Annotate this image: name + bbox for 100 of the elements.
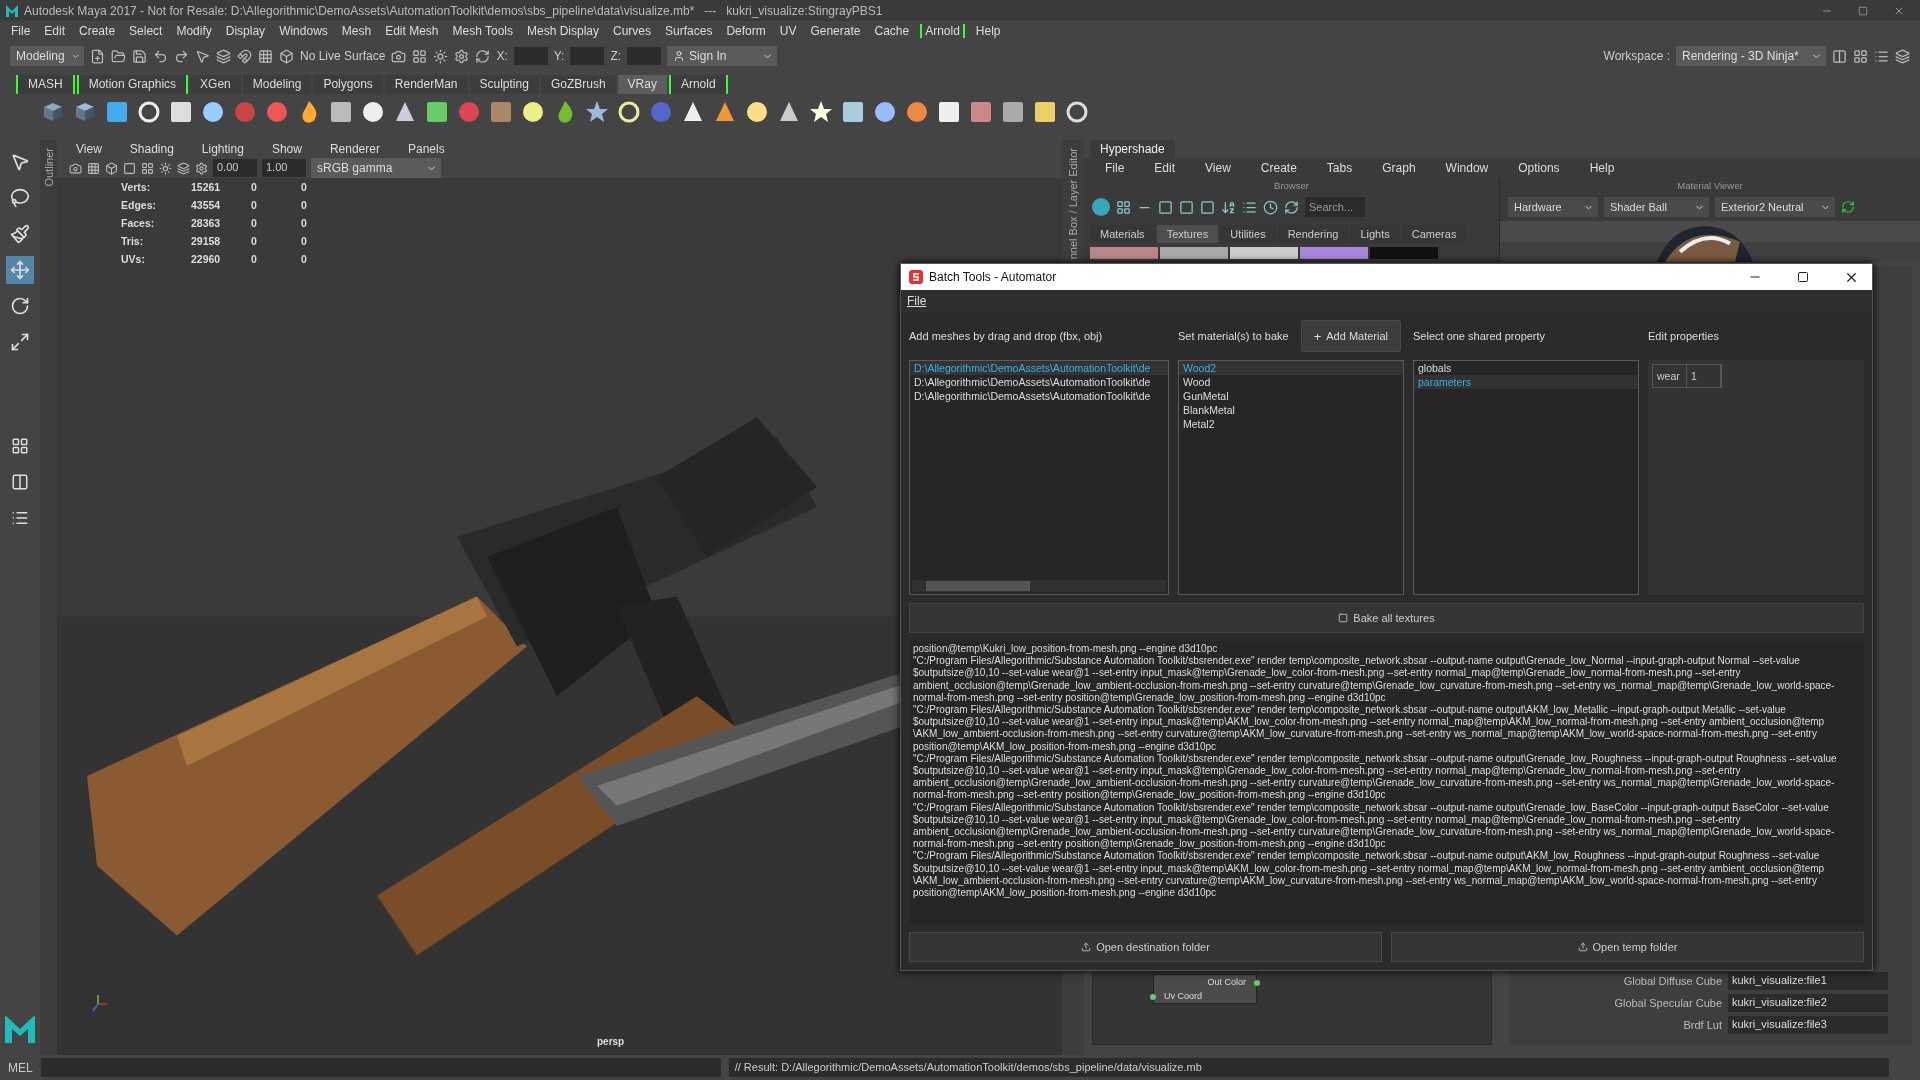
cube-icon[interactable]: [105, 161, 118, 175]
menu-item[interactable]: Generate: [803, 22, 868, 39]
tile-icon[interactable]: [843, 102, 863, 122]
on-toggle-icon[interactable]: [1092, 198, 1110, 216]
menu-item[interactable]: Surfaces: [658, 22, 720, 39]
texture-thumbnail[interactable]: [1230, 247, 1298, 259]
menu-item[interactable]: Renderer: [322, 141, 387, 157]
menu-item[interactable]: Mesh Display: [520, 22, 607, 39]
browser-tab[interactable]: Materials: [1090, 225, 1155, 243]
cube-icon[interactable]: [279, 48, 294, 64]
sort-time-icon[interactable]: [1263, 199, 1278, 215]
panels-icon[interactable]: [141, 161, 154, 175]
bake-button[interactable]: Bake all textures: [909, 603, 1864, 633]
shelf-tab[interactable]: Sculpting: [469, 75, 539, 94]
layout-icon[interactable]: [1832, 48, 1847, 64]
menu-item[interactable]: Edit: [37, 22, 73, 39]
shelf-tab[interactable]: RenderMan: [384, 75, 468, 94]
workspace-dropdown[interactable]: Rendering - 3D Ninja*: [1676, 46, 1826, 66]
hypershade-tab[interactable]: Hypershade: [1090, 140, 1175, 158]
exposure-field[interactable]: 0.00: [213, 159, 257, 177]
ring-icon[interactable]: [1066, 101, 1088, 123]
texture-thumbnail[interactable]: [1370, 247, 1438, 259]
shelf-tab[interactable]: Polygons: [313, 75, 383, 94]
menu-item[interactable]: Edit Mesh: [378, 22, 446, 39]
list-item[interactable]: Wood2: [1179, 361, 1403, 375]
menu-item[interactable]: Modify: [169, 22, 219, 39]
refresh-icon[interactable]: [1841, 200, 1855, 214]
list-item[interactable]: D:\Allegorithmic\DemoAssets\AutomationToolkit\de: [910, 361, 1168, 375]
save-icon[interactable]: [132, 48, 147, 64]
ring-icon[interactable]: [138, 101, 160, 123]
shelf-tab[interactable]: XGen: [190, 75, 241, 94]
menu-item[interactable]: Help: [1582, 160, 1622, 176]
flame-icon[interactable]: [558, 101, 573, 123]
browser-tab[interactable]: Lights: [1350, 225, 1400, 243]
select-tool-icon[interactable]: [10, 152, 30, 172]
mode-dropdown[interactable]: Modeling: [10, 46, 84, 66]
sphere-icon[interactable]: [747, 102, 767, 122]
sign-in-dropdown[interactable]: Sign In: [667, 46, 778, 66]
sphere-icon[interactable]: [363, 102, 383, 122]
paint-tool-icon[interactable]: [10, 224, 30, 244]
panels-icon[interactable]: [1853, 48, 1868, 64]
property-field[interactable]: kukri_visualize:file3: [1728, 1016, 1888, 1034]
menu-item[interactable]: Deform: [719, 22, 773, 39]
scale-tool-icon[interactable]: [10, 332, 30, 352]
menu-item[interactable]: View: [69, 141, 109, 157]
rotate-tool-icon[interactable]: [10, 296, 30, 316]
menu-item[interactable]: Create: [1253, 160, 1304, 176]
large-swatch-icon[interactable]: [1200, 199, 1215, 215]
browser-tab[interactable]: Cameras: [1401, 225, 1467, 243]
menu-item[interactable]: File: [1098, 160, 1132, 176]
menu-item[interactable]: Windows: [272, 22, 335, 39]
menu-item[interactable]: Show: [264, 141, 309, 157]
menu-item[interactable]: Select: [122, 22, 170, 39]
channel-box-tab[interactable]: nnel Box / Layer Editor: [1067, 148, 1079, 260]
grid-icon[interactable]: [258, 48, 273, 64]
cone-icon[interactable]: [780, 102, 798, 121]
browser-tab[interactable]: Rendering: [1277, 225, 1349, 243]
menu-item[interactable]: Shading: [122, 141, 181, 157]
list-item[interactable]: GunMetal: [1179, 389, 1403, 403]
settings-icon[interactable]: [454, 48, 470, 64]
geometry-dropdown[interactable]: Shader Ball: [1604, 197, 1709, 217]
list-item[interactable]: parameters: [1414, 375, 1638, 389]
camera-icon[interactable]: [69, 161, 82, 175]
texture-thumbnail[interactable]: [1090, 247, 1158, 259]
upload-icon[interactable]: [1577, 942, 1588, 952]
settings-icon[interactable]: [195, 161, 208, 175]
sort-name-icon[interactable]: [1221, 199, 1236, 215]
cone-icon[interactable]: [396, 102, 414, 121]
upload-icon[interactable]: [1081, 942, 1092, 952]
undo-icon[interactable]: [153, 48, 168, 64]
menu-item[interactable]: Window: [1438, 160, 1496, 176]
light-icon[interactable]: [433, 48, 449, 64]
search-field[interactable]: Search...: [1305, 197, 1365, 217]
sphere-icon[interactable]: [907, 102, 927, 122]
list-item[interactable]: globals: [1414, 361, 1638, 375]
refresh-icon[interactable]: [1284, 199, 1299, 215]
shelf-tab[interactable]: Modeling: [242, 75, 312, 94]
magnet-icon[interactable]: [237, 48, 252, 64]
star-icon[interactable]: [586, 101, 608, 122]
shelf-tab[interactable]: Arnold: [668, 75, 728, 94]
list-item[interactable]: D:\Allegorithmic\DemoAssets\AutomationToolkit\de: [910, 375, 1168, 389]
refresh-icon[interactable]: [475, 48, 491, 64]
texture-thumbnail[interactable]: [1160, 247, 1228, 259]
bake-icon[interactable]: [1338, 613, 1349, 623]
x-field[interactable]: [513, 47, 548, 65]
new-file-icon[interactable]: [90, 48, 105, 64]
sphere-icon[interactable]: [523, 102, 543, 122]
browser-tab[interactable]: Utilities: [1220, 225, 1276, 243]
shelf-tab[interactable]: VRay: [617, 75, 667, 94]
scrollbar[interactable]: [912, 580, 1166, 592]
flame-icon[interactable]: [302, 101, 317, 123]
view-icon[interactable]: [1116, 199, 1131, 215]
menu-item[interactable]: File: [907, 294, 927, 308]
frame-icon[interactable]: [123, 161, 136, 175]
menu-item[interactable]: Arnold: [920, 23, 965, 38]
maximize-icon[interactable]: [1797, 271, 1809, 283]
shelf-tab[interactable]: MASH: [16, 75, 75, 94]
restore-icon[interactable]: [1858, 5, 1868, 16]
tile-icon[interactable]: [171, 102, 191, 122]
port-dot-icon[interactable]: [1150, 994, 1156, 1000]
